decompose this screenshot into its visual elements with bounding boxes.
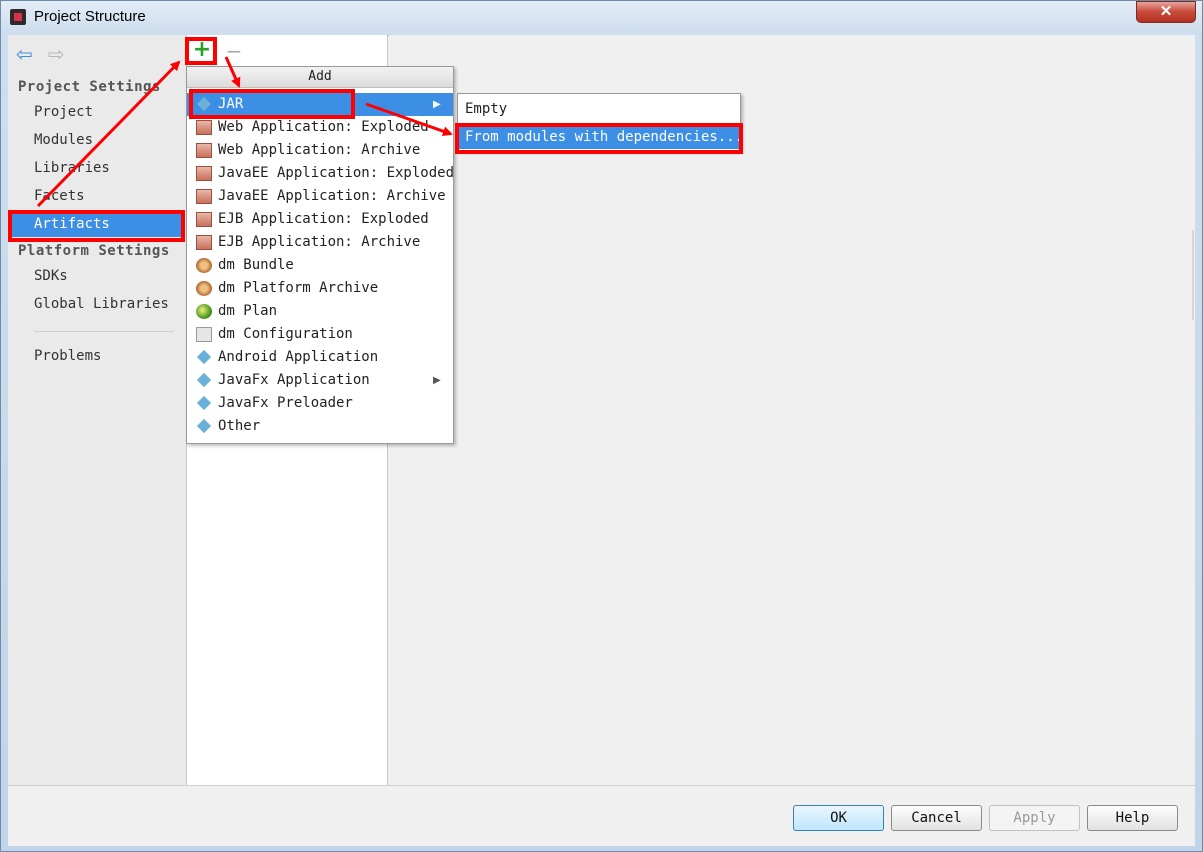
annotation-arrows — [36, 56, 453, 208]
arrow-artifacts-to-add — [36, 60, 181, 208]
arrow-add-to-jar — [224, 56, 241, 88]
arrow-jar-to-from-modules — [365, 102, 453, 137]
